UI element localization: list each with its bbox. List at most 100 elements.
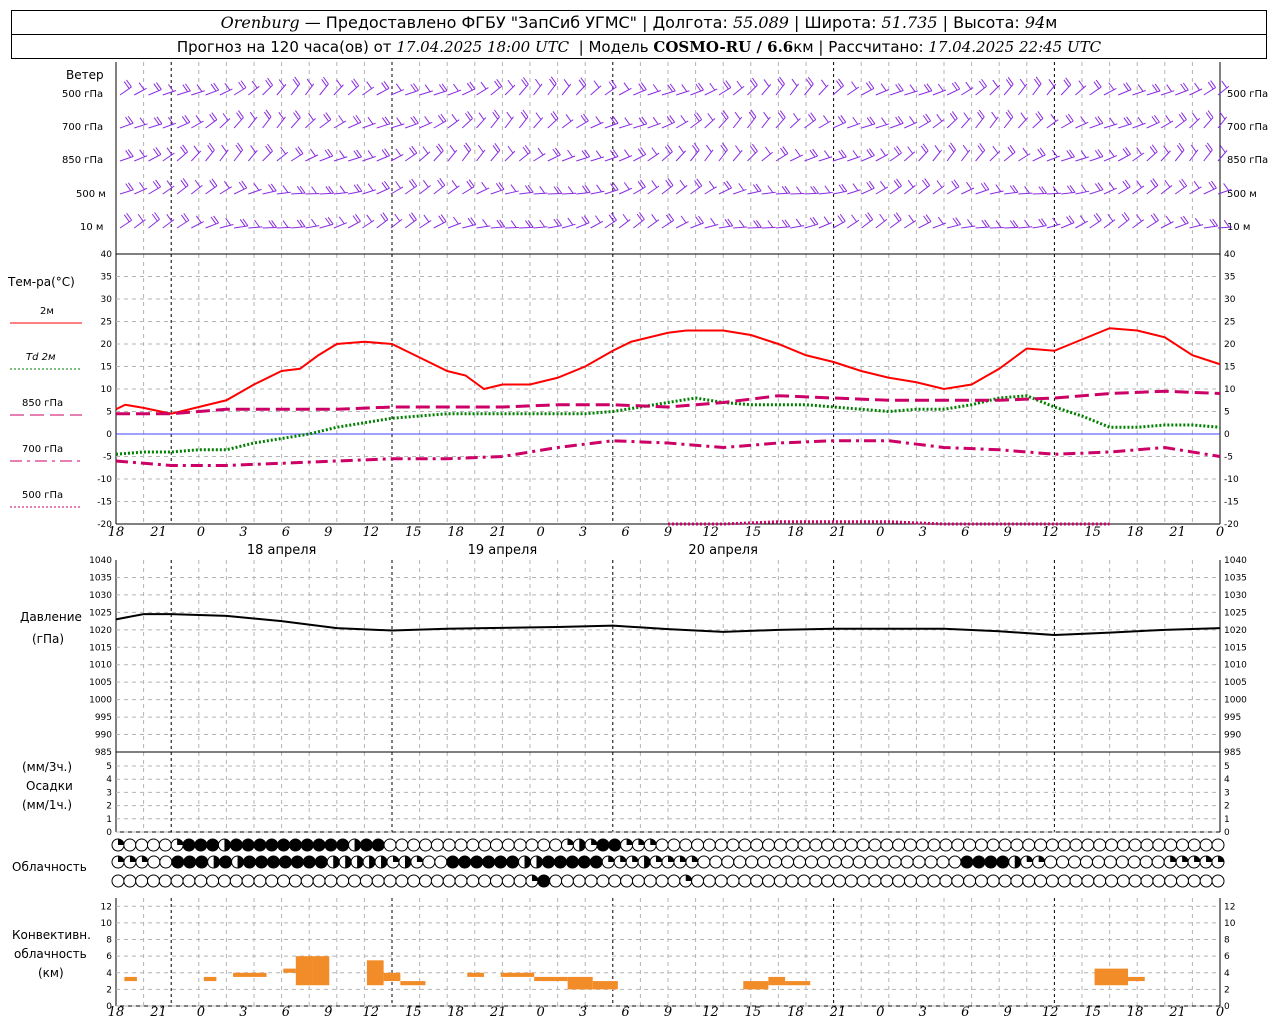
wind-barb-feather [680,115,687,123]
cloud-symbol [809,874,823,888]
wind-barb [647,122,661,129]
hour-label: 0 [197,1005,205,1020]
cloud-symbol [135,838,149,852]
wind-barb-feather [1019,78,1026,87]
wind-barb [347,85,359,96]
wind-barb-feather [796,186,802,194]
wind-barb-feather [1012,220,1019,228]
cloud-symbol [123,874,137,888]
wind-barb [404,185,417,195]
pressure-tick-right: 995 [1224,713,1241,723]
cloud-symbol [312,838,326,852]
wind-barb-feather [736,80,743,89]
cloud-symbol [577,855,591,869]
wind-barb [1103,187,1117,195]
wind-barb [633,186,646,195]
cloud-symbol [963,874,977,888]
wind-barb [1189,149,1199,162]
wind-barb [247,150,258,162]
cloud-symbol [1069,874,1083,888]
wind-barb-feather [221,144,227,153]
precip-tick-right: 1 [1224,815,1230,825]
cloud-half [237,856,244,868]
wind-barb-feather [738,183,745,191]
wind-barb [989,116,999,129]
wind-barb-feather [567,217,574,226]
pressure-tick-left: 1015 [89,643,112,653]
cloud-symbol [892,874,906,888]
wind-barb [1004,226,1019,229]
hour-label: 21 [1168,1005,1186,1020]
cloud-symbol [927,874,941,888]
wind-barb [789,118,801,129]
wind-barb-feather [1137,84,1144,92]
cloud-quarter [1026,856,1033,862]
wind-barb-feather [1020,112,1027,120]
wind-barb [533,117,544,129]
wind-barb-feather [167,84,174,92]
hour-label: 9 [324,525,332,540]
wind-barb [119,189,134,195]
convective-bar [295,956,313,986]
wind-barb-feather [534,78,541,87]
conv-tick-left: 12 [101,902,112,912]
wind-barb [818,84,829,96]
wind-barb [119,86,132,96]
wind-barb-feather [1194,82,1200,91]
wind-barb [1046,192,1061,195]
wind-barb-feather [553,186,560,194]
pressure-tick-left: 995 [95,713,112,723]
wind-barb [775,117,786,129]
wind-barb [989,190,1004,195]
wind-barb-feather [451,114,458,122]
wind-barb [675,221,689,229]
wind-barb [348,190,362,195]
pressure-tick-left: 1020 [89,626,112,636]
wind-barb [832,85,844,96]
convective-bar [592,981,618,990]
cloud-symbol [1105,838,1119,852]
wind-barb [1132,185,1145,195]
wind-barb [148,89,162,96]
wind-barb [362,122,376,129]
wind-barb [975,226,990,229]
convective-bar [768,976,786,986]
hour-label: 18 [108,525,125,540]
precip-tick-left: 3 [106,788,112,798]
conv-tick-left: 8 [106,936,112,946]
cloud-symbol [1140,838,1154,852]
wind-barb [561,119,574,129]
cloud-quarter [691,856,698,862]
wind-barb [1018,192,1033,195]
hour-label: 6 [961,525,969,540]
wind-barb [918,221,932,229]
wind-barb [433,120,447,129]
wind-barb [176,121,191,129]
temp-tick-left: 30 [101,295,113,305]
wind-barb [861,123,876,129]
hour-label: 18 [1127,525,1144,540]
wind-barb-feather [738,219,745,228]
cloud-symbol [300,838,314,852]
wind-barb-feather [166,214,173,222]
precip-tick-right: 4 [1224,775,1230,785]
cloud-symbol [111,874,125,888]
cloud-symbol [195,855,209,869]
cloud-quarter [531,875,538,881]
cloud-symbol [608,874,622,888]
wind-barb [989,150,1001,162]
wind-barb [604,189,619,195]
wind-barb [462,224,476,229]
conv-tick-right: 6 [1224,952,1230,962]
temp-tick-left: 40 [101,250,113,260]
cloud-quarter [1170,856,1177,862]
cloud-symbol [1128,874,1142,888]
cloud-symbol [821,874,835,888]
cloud-symbol [1152,838,1166,852]
cloud-symbol [278,855,292,869]
wind-barb [419,219,432,229]
convective-bar [743,981,760,990]
cloud-symbol [738,874,752,888]
wind-barb-feather [965,81,972,90]
hour-label: 3 [919,1005,927,1020]
